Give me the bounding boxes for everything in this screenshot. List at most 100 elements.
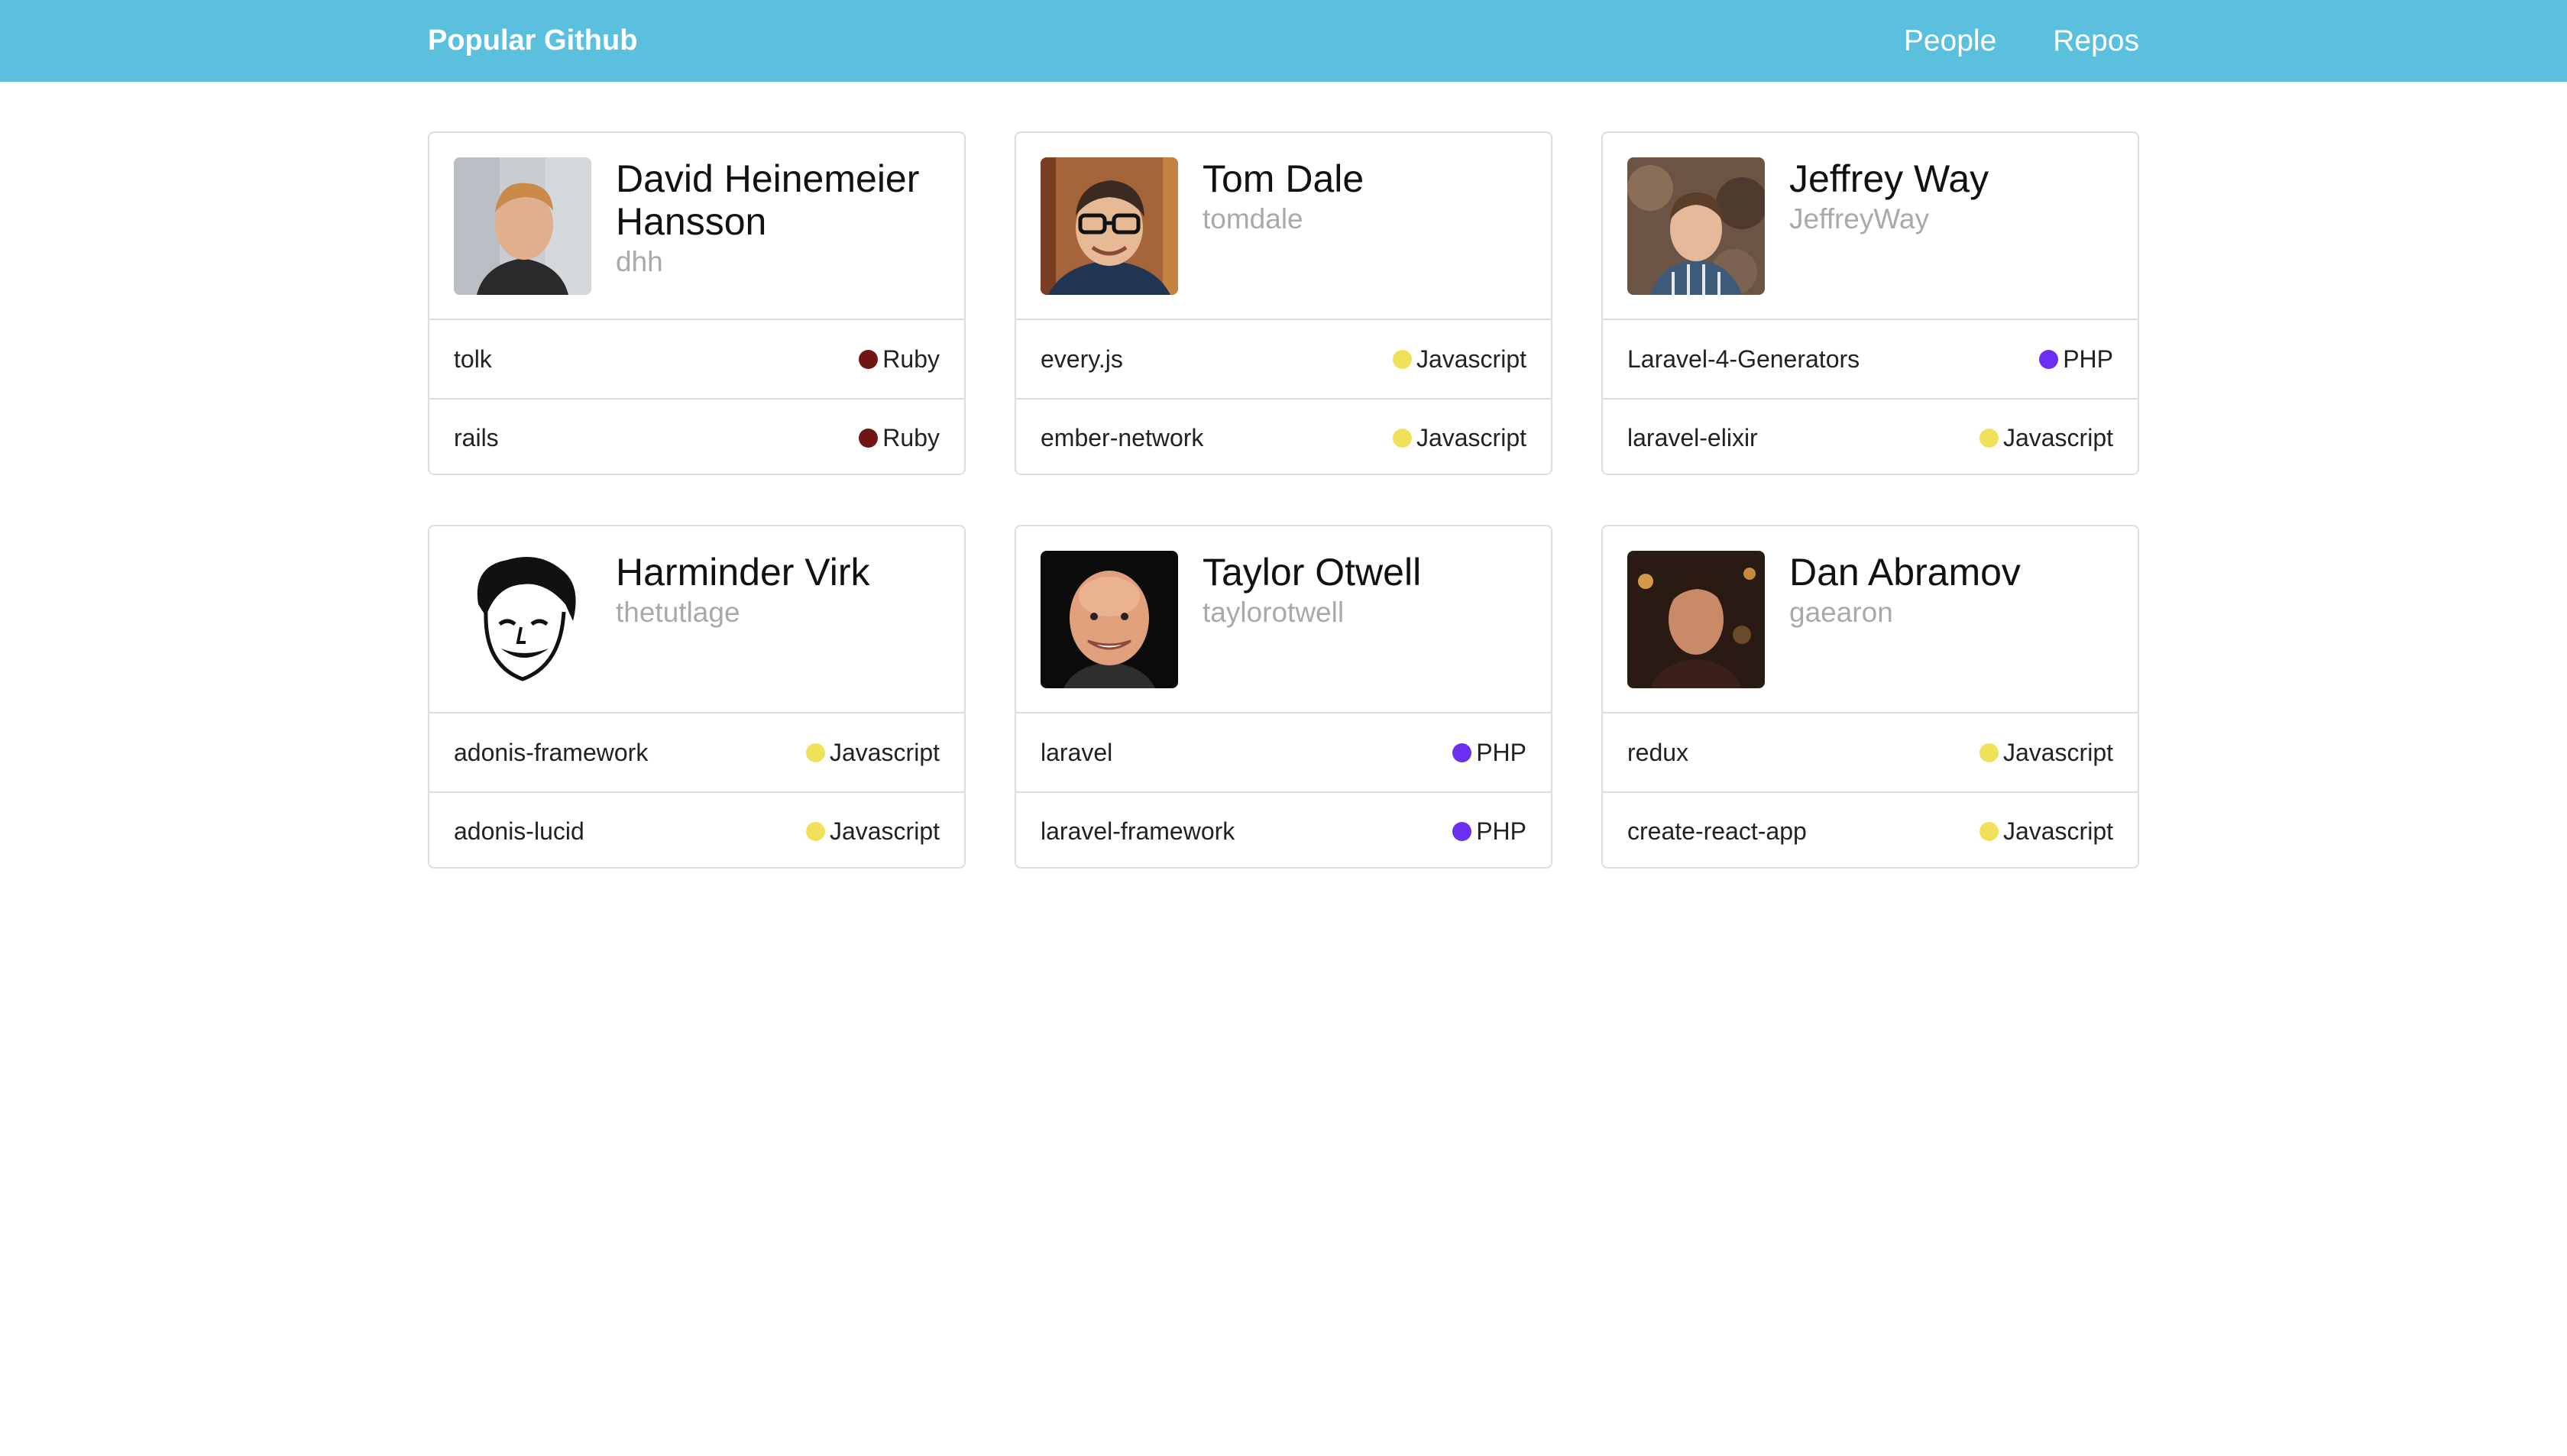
language-dot-icon [1979, 821, 1999, 841]
repo-row[interactable]: laravel-elixir Javascript [1603, 398, 2138, 474]
repo-language: Ruby [859, 424, 940, 452]
person-card: Harminder Virk thetutlage adonis-framewo… [428, 525, 966, 869]
repo-name: adonis-lucid [454, 817, 584, 845]
nav-repos-link[interactable]: Repos [2053, 24, 2139, 58]
repo-language: Ruby [859, 345, 940, 374]
repo-row[interactable]: adonis-lucid Javascript [429, 791, 964, 867]
person-name[interactable]: David Heinemeier Hansson [616, 157, 940, 243]
person-card: David Heinemeier Hansson dhh tolk Ruby r… [428, 131, 966, 475]
language-label: PHP [1476, 817, 1526, 845]
brand-link[interactable]: Popular Github [428, 0, 637, 82]
person-identity: Dan Abramov gaearon [1789, 551, 2021, 712]
avatar-image [1041, 551, 1178, 688]
person-login: tomdale [1203, 203, 1303, 235]
repo-row[interactable]: create-react-app Javascript [1603, 791, 2138, 867]
language-label: Javascript [2002, 817, 2113, 845]
person-login: JeffreyWay [1789, 203, 1929, 235]
person-card: Tom Dale tomdale every.js Javascript emb… [1015, 131, 1552, 475]
person-header: Tom Dale tomdale [1016, 133, 1551, 320]
avatar[interactable] [1041, 551, 1178, 688]
language-dot-icon [1392, 349, 1412, 369]
language-dot-icon [1392, 428, 1412, 448]
avatar-image [454, 551, 591, 688]
repo-language: Javascript [1392, 423, 1526, 452]
repo-row[interactable]: Laravel-4-Generators PHP [1603, 320, 2138, 398]
avatar[interactable] [1627, 551, 1765, 688]
person-name[interactable]: Jeffrey Way [1789, 157, 1989, 200]
language-dot-icon [805, 821, 825, 841]
person-identity: Taylor Otwell taylorotwell [1203, 551, 1421, 712]
person-identity: Jeffrey Way JeffreyWay [1789, 157, 1989, 319]
language-label: Javascript [1416, 345, 1526, 373]
language-label: Ruby [882, 345, 940, 373]
person-login: thetutlage [616, 597, 740, 628]
person-identity: Harminder Virk thetutlage [616, 551, 870, 712]
avatar[interactable] [454, 551, 591, 688]
language-dot-icon [1452, 821, 1472, 841]
repo-row[interactable]: laravel PHP [1016, 713, 1551, 791]
repo-row[interactable]: rails Ruby [429, 398, 964, 474]
top-navbar: Popular Github People Repos [0, 0, 2567, 82]
person-name[interactable]: Dan Abramov [1789, 551, 2021, 594]
repo-language: Javascript [805, 817, 940, 846]
person-card: Dan Abramov gaearon redux Javascript cre… [1601, 525, 2139, 869]
repo-language: Javascript [1392, 345, 1526, 374]
language-label: Javascript [1416, 423, 1526, 451]
person-header: Harminder Virk thetutlage [429, 526, 964, 713]
avatar[interactable] [1627, 157, 1765, 295]
person-name[interactable]: Tom Dale [1203, 157, 1364, 200]
repo-name: adonis-framework [454, 738, 649, 766]
person-card: Jeffrey Way JeffreyWay Laravel-4-Generat… [1601, 131, 2139, 475]
nav-people-link[interactable]: People [1904, 24, 1996, 58]
repo-language: Javascript [1979, 817, 2113, 846]
repo-name: ember-network [1041, 423, 1204, 451]
person-identity: David Heinemeier Hansson dhh [616, 157, 940, 319]
person-name[interactable]: Taylor Otwell [1203, 551, 1421, 594]
person-name[interactable]: Harminder Virk [616, 551, 870, 594]
repo-row[interactable]: every.js Javascript [1016, 320, 1551, 398]
repo-name: laravel-elixir [1627, 423, 1758, 451]
repo-name: tolk [454, 345, 492, 373]
repo-row[interactable]: adonis-framework Javascript [429, 713, 964, 791]
person-header: Taylor Otwell taylorotwell [1016, 526, 1551, 713]
language-label: Javascript [2002, 423, 2113, 451]
repo-name: laravel [1041, 738, 1113, 766]
repo-name: rails [454, 423, 499, 451]
language-dot-icon [1979, 428, 1999, 448]
avatar-image [454, 157, 591, 295]
language-dot-icon [859, 349, 879, 369]
repo-row[interactable]: redux Javascript [1603, 713, 2138, 791]
repo-name: create-react-app [1627, 817, 1807, 845]
repo-name: every.js [1041, 345, 1123, 373]
repo-row[interactable]: tolk Ruby [429, 320, 964, 398]
avatar[interactable] [1041, 157, 1178, 295]
language-label: PHP [1476, 738, 1526, 766]
repo-language: Javascript [1979, 739, 2113, 767]
language-dot-icon [1452, 743, 1472, 762]
repo-language: PHP [1452, 817, 1526, 846]
person-header: David Heinemeier Hansson dhh [429, 133, 964, 320]
repo-language: Javascript [805, 738, 940, 767]
repo-row[interactable]: ember-network Javascript [1016, 398, 1551, 474]
language-label: Javascript [2002, 738, 2113, 766]
person-login: taylorotwell [1203, 597, 1345, 628]
people-grid: David Heinemeier Hansson dhh tolk Ruby r… [428, 131, 2139, 869]
person-identity: Tom Dale tomdale [1203, 157, 1364, 319]
language-dot-icon [805, 743, 825, 762]
repo-name: Laravel-4-Generators [1627, 345, 1860, 373]
repo-language: PHP [2039, 345, 2113, 374]
repo-name: redux [1627, 738, 1689, 766]
language-label: Ruby [882, 423, 940, 451]
language-dot-icon [859, 428, 879, 448]
repo-language: Javascript [1979, 424, 2113, 452]
person-header: Dan Abramov gaearon [1603, 526, 2138, 713]
person-card: Taylor Otwell taylorotwell laravel PHP l… [1015, 525, 1552, 869]
avatar-image [1041, 157, 1178, 295]
person-login: dhh [616, 246, 663, 277]
person-login: gaearon [1789, 597, 1893, 628]
language-dot-icon [1979, 743, 1999, 762]
repo-row[interactable]: laravel-framework PHP [1016, 791, 1551, 867]
repo-language: PHP [1452, 739, 1526, 767]
language-label: Javascript [829, 738, 940, 766]
avatar[interactable] [454, 157, 591, 295]
